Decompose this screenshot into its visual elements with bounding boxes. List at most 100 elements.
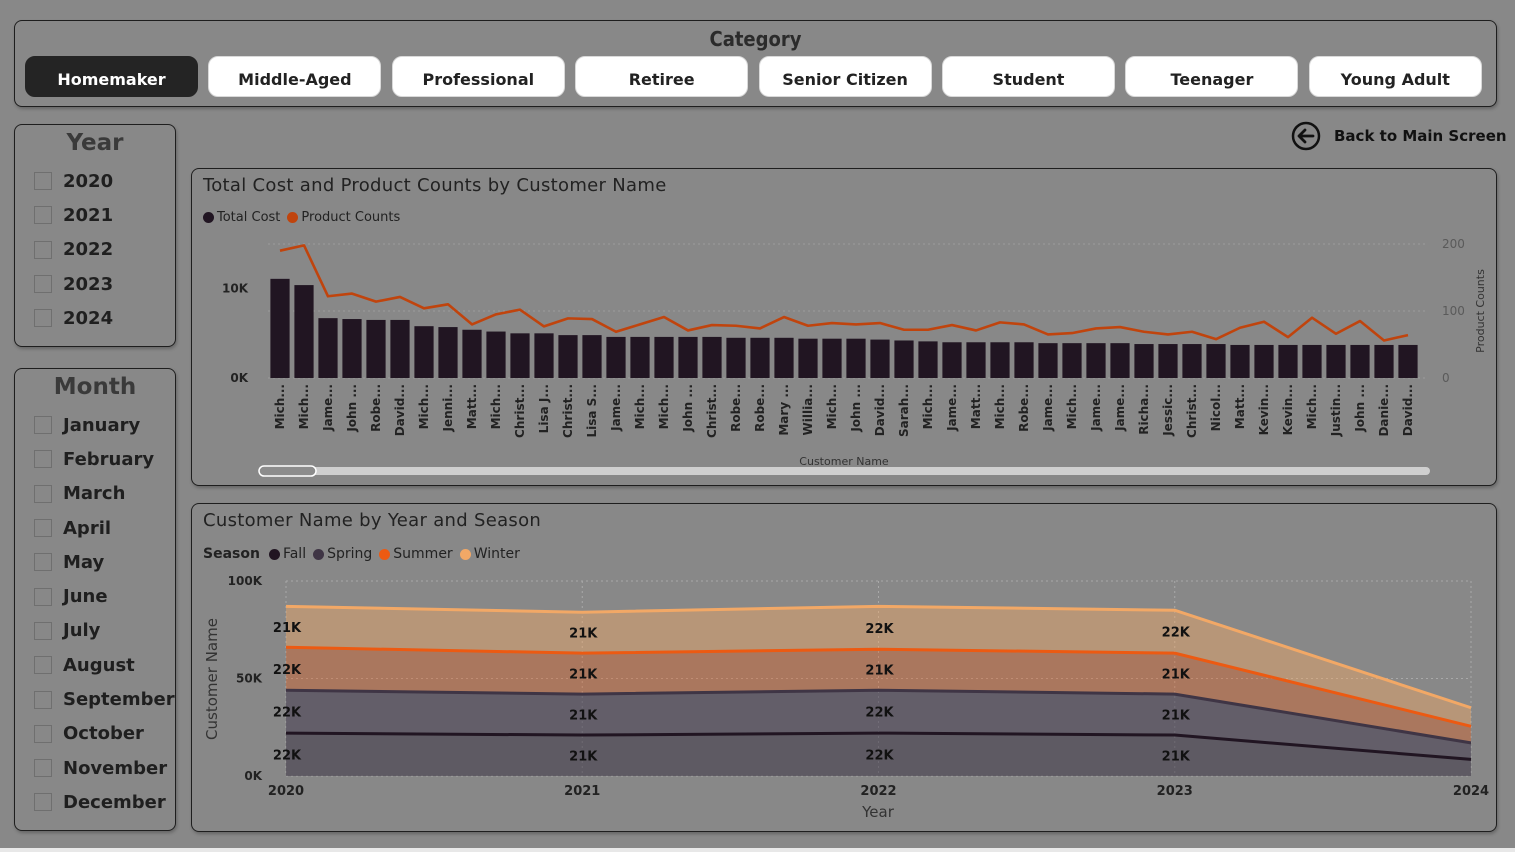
checkbox-icon[interactable] [34,587,52,606]
bar[interactable] [486,331,506,378]
month-option[interactable]: April [34,511,175,545]
category-button-middle-aged[interactable]: Middle-Aged [208,56,382,97]
bar[interactable] [1134,344,1154,378]
bar[interactable] [726,337,746,378]
month-option[interactable]: December [34,785,175,819]
month-option[interactable]: November [34,751,175,785]
bar[interactable] [582,335,602,378]
bar[interactable] [1302,344,1322,378]
bar[interactable] [1326,344,1346,378]
category-button-retiree[interactable]: Retiree [575,56,749,97]
month-option[interactable]: August [34,648,175,682]
bar[interactable] [1350,344,1370,378]
month-option[interactable]: February [34,442,175,476]
month-option[interactable]: June [34,579,175,613]
year-option[interactable]: 2024 [34,301,175,335]
chart2-plot: 0K 50K 100K 2020 2021 2022 2023 2024 Year Custome… [203,574,1489,821]
category-button-student[interactable]: Student [942,56,1115,97]
bar[interactable] [870,339,890,378]
bar[interactable] [990,342,1010,378]
x-tick-label: Mich... [417,384,431,429]
bar[interactable] [558,335,578,378]
option-label: July [63,620,101,642]
scrollbar-thumb[interactable] [258,465,317,477]
bar[interactable] [1038,343,1058,378]
bar[interactable] [702,336,722,378]
bar[interactable] [1110,343,1130,378]
bar[interactable] [318,318,338,378]
bar[interactable] [678,336,698,378]
checkbox-icon[interactable] [34,690,52,709]
month-option[interactable]: May [34,545,175,579]
back-to-main-button[interactable]: Back to Main Screen [1291,121,1507,151]
month-option[interactable]: October [34,717,175,751]
year-option[interactable]: 2022 [34,233,175,267]
bar[interactable] [1374,344,1394,378]
bar[interactable] [270,278,290,378]
checkbox-icon[interactable] [34,240,52,259]
checkbox-icon[interactable] [34,206,52,225]
bar[interactable] [630,336,650,378]
bar[interactable] [390,319,410,378]
checkbox-icon[interactable] [34,172,52,191]
bar[interactable] [1278,344,1298,378]
bar[interactable] [294,285,314,378]
x-tick-label: Jessic... [1161,384,1175,437]
checkbox-icon[interactable] [34,793,52,812]
category-button-senior-citizen[interactable]: Senior Citizen [758,56,932,97]
bar[interactable] [342,319,362,378]
bar[interactable] [918,341,938,378]
month-option[interactable]: July [34,614,175,648]
bar[interactable] [1182,344,1202,378]
bar[interactable] [966,342,986,378]
bar[interactable] [750,337,770,378]
checkbox-icon[interactable] [34,656,52,675]
bar[interactable] [366,319,386,378]
bar[interactable] [1158,344,1178,378]
bar[interactable] [822,338,842,378]
year-option[interactable]: 2021 [34,198,175,232]
checkbox-icon[interactable] [34,519,52,538]
bar[interactable] [1230,344,1250,378]
bar[interactable] [414,326,434,378]
month-option[interactable]: March [34,477,175,511]
category-button-professional[interactable]: Professional [391,56,565,97]
bar[interactable] [606,336,626,378]
checkbox-icon[interactable] [34,759,52,778]
bar[interactable] [942,342,962,378]
checkbox-icon[interactable] [34,724,52,743]
bar[interactable] [846,338,866,378]
bar[interactable] [798,338,818,378]
bar[interactable] [1086,343,1106,378]
bar[interactable] [1206,344,1226,378]
checkbox-icon[interactable] [34,416,52,435]
bar[interactable] [438,327,458,378]
bar[interactable] [1014,342,1034,378]
checkbox-icon[interactable] [34,309,52,328]
bar[interactable] [894,340,914,378]
year-option[interactable]: 2023 [34,267,175,301]
bar[interactable] [1062,343,1082,378]
checkbox-icon[interactable] [34,484,52,503]
month-slicer: Month January February March April May June Ju… [14,368,176,831]
horizontal-scrollbar[interactable] [259,467,1430,475]
line-series-product-counts[interactable] [279,244,1409,342]
month-option[interactable]: January [34,408,175,442]
checkbox-icon[interactable] [34,275,52,294]
bar[interactable] [462,329,482,378]
bar[interactable] [654,336,674,378]
year-option[interactable]: 2020 [34,164,175,198]
checkbox-icon[interactable] [34,450,52,469]
checkbox-icon[interactable] [34,553,52,572]
category-button-teenager[interactable]: Teenager [1125,56,1299,97]
category-button-homemaker[interactable]: Homemaker [25,56,198,97]
bar[interactable] [534,333,554,378]
category-button-young-adult[interactable]: Young Adult [1308,56,1482,97]
month-option[interactable]: September [34,682,175,716]
bar[interactable] [510,333,530,378]
bar[interactable] [1398,344,1418,378]
checkbox-icon[interactable] [34,621,52,640]
bar[interactable] [774,337,794,378]
arrow-left-circle-icon [1291,121,1321,151]
bar[interactable] [1254,344,1274,378]
